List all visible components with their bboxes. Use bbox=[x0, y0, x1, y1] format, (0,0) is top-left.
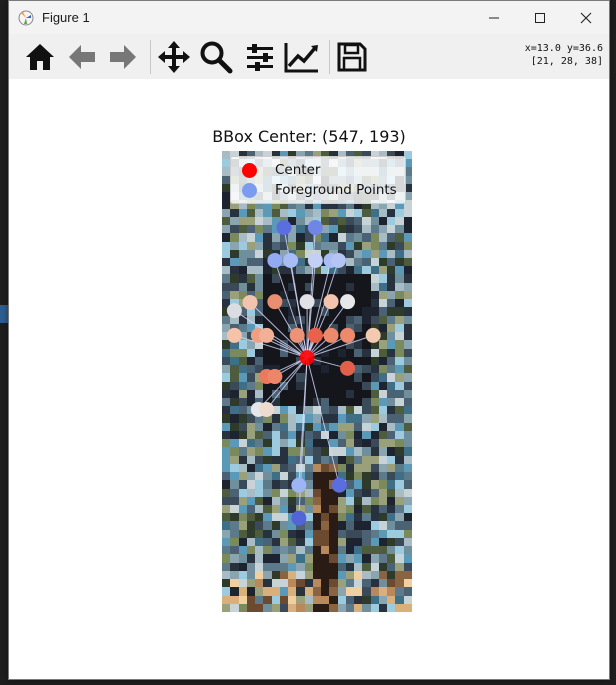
foreground-point bbox=[340, 327, 356, 343]
foreground-point bbox=[307, 327, 323, 343]
pan-icon bbox=[158, 41, 190, 73]
save-icon bbox=[337, 42, 367, 72]
cursor-coordinates: x=13.0 y=36.6 [21, 28, 38] bbox=[525, 42, 603, 68]
foreground-point bbox=[259, 401, 275, 417]
legend-foreground-label: Foreground Points bbox=[275, 182, 397, 198]
minimize-button[interactable] bbox=[471, 1, 517, 34]
legend: Center Foreground Points bbox=[230, 156, 406, 204]
foreground-point bbox=[330, 252, 346, 268]
foreground-point bbox=[340, 360, 356, 376]
zoom-icon bbox=[200, 41, 233, 74]
foreground-point bbox=[331, 477, 347, 493]
figure-window: Figure 1 x=13.0 y=36.6 [21, 28, 38] BBox… bbox=[8, 0, 610, 680]
window-title: Figure 1 bbox=[42, 10, 90, 25]
forward-button[interactable] bbox=[103, 37, 143, 77]
home-icon bbox=[26, 44, 54, 70]
close-icon bbox=[580, 12, 592, 23]
maximize-icon bbox=[535, 12, 545, 23]
edit-axis-button[interactable] bbox=[282, 37, 322, 77]
foreground-point bbox=[365, 327, 381, 343]
foreground-point bbox=[259, 327, 275, 343]
title-bar[interactable]: Figure 1 bbox=[9, 1, 609, 34]
connector-line bbox=[306, 357, 340, 486]
scatter-overlay bbox=[226, 220, 381, 526]
foreground-point bbox=[226, 303, 242, 319]
plot-title: BBox Center: (547, 193) bbox=[212, 127, 406, 146]
back-arrow-icon bbox=[69, 45, 95, 69]
foreground-point bbox=[340, 294, 356, 310]
pan-button[interactable] bbox=[154, 37, 194, 77]
zoom-button[interactable] bbox=[196, 37, 236, 77]
foreground-point bbox=[289, 327, 305, 343]
foreground-point bbox=[283, 252, 299, 268]
coords-xy: x=13.0 y=36.6 bbox=[524, 43, 603, 54]
toolbar-separator bbox=[150, 40, 151, 74]
foreground-point bbox=[307, 252, 323, 268]
foreground-point bbox=[267, 252, 283, 268]
legend-entry-center: Center bbox=[231, 161, 320, 179]
foreground-point bbox=[267, 294, 283, 310]
figure-canvas[interactable]: BBox Center: (547, 193) Center Foregroun… bbox=[9, 79, 609, 679]
coords-pixel-value: [21, 28, 38] bbox=[530, 56, 603, 67]
foreground-point bbox=[307, 220, 323, 236]
minimize-icon bbox=[489, 17, 499, 18]
foreground-point bbox=[276, 220, 292, 236]
maximize-button[interactable] bbox=[517, 1, 563, 34]
connector-line bbox=[298, 357, 308, 519]
back-button[interactable] bbox=[62, 37, 102, 77]
configure-subplots-icon bbox=[247, 44, 273, 71]
legend-center-marker bbox=[242, 162, 257, 178]
legend-foreground-marker bbox=[242, 182, 257, 198]
foreground-point bbox=[291, 510, 307, 526]
matplotlib-app-icon bbox=[18, 10, 34, 25]
legend-entry-foreground: Foreground Points bbox=[231, 181, 397, 199]
save-button[interactable] bbox=[332, 37, 372, 77]
close-button[interactable] bbox=[563, 1, 609, 34]
foreground-point bbox=[242, 294, 258, 310]
configure-subplots-button[interactable] bbox=[240, 37, 280, 77]
foreground-point bbox=[226, 327, 242, 343]
foreground-point bbox=[323, 327, 339, 343]
foreground-point bbox=[267, 369, 283, 385]
legend-center-label: Center bbox=[275, 162, 321, 178]
foreground-point bbox=[299, 294, 315, 310]
foreground-point bbox=[323, 294, 339, 310]
background-selection bbox=[0, 305, 8, 323]
foreground-point bbox=[291, 477, 307, 493]
edit-axis-icon bbox=[284, 43, 318, 73]
forward-arrow-icon bbox=[110, 45, 136, 69]
home-button[interactable] bbox=[20, 37, 60, 77]
toolbar-separator bbox=[329, 40, 330, 74]
connector-line bbox=[306, 260, 316, 358]
navigation-toolbar: x=13.0 y=36.6 [21, 28, 38] bbox=[9, 34, 609, 80]
center-point bbox=[299, 350, 315, 366]
